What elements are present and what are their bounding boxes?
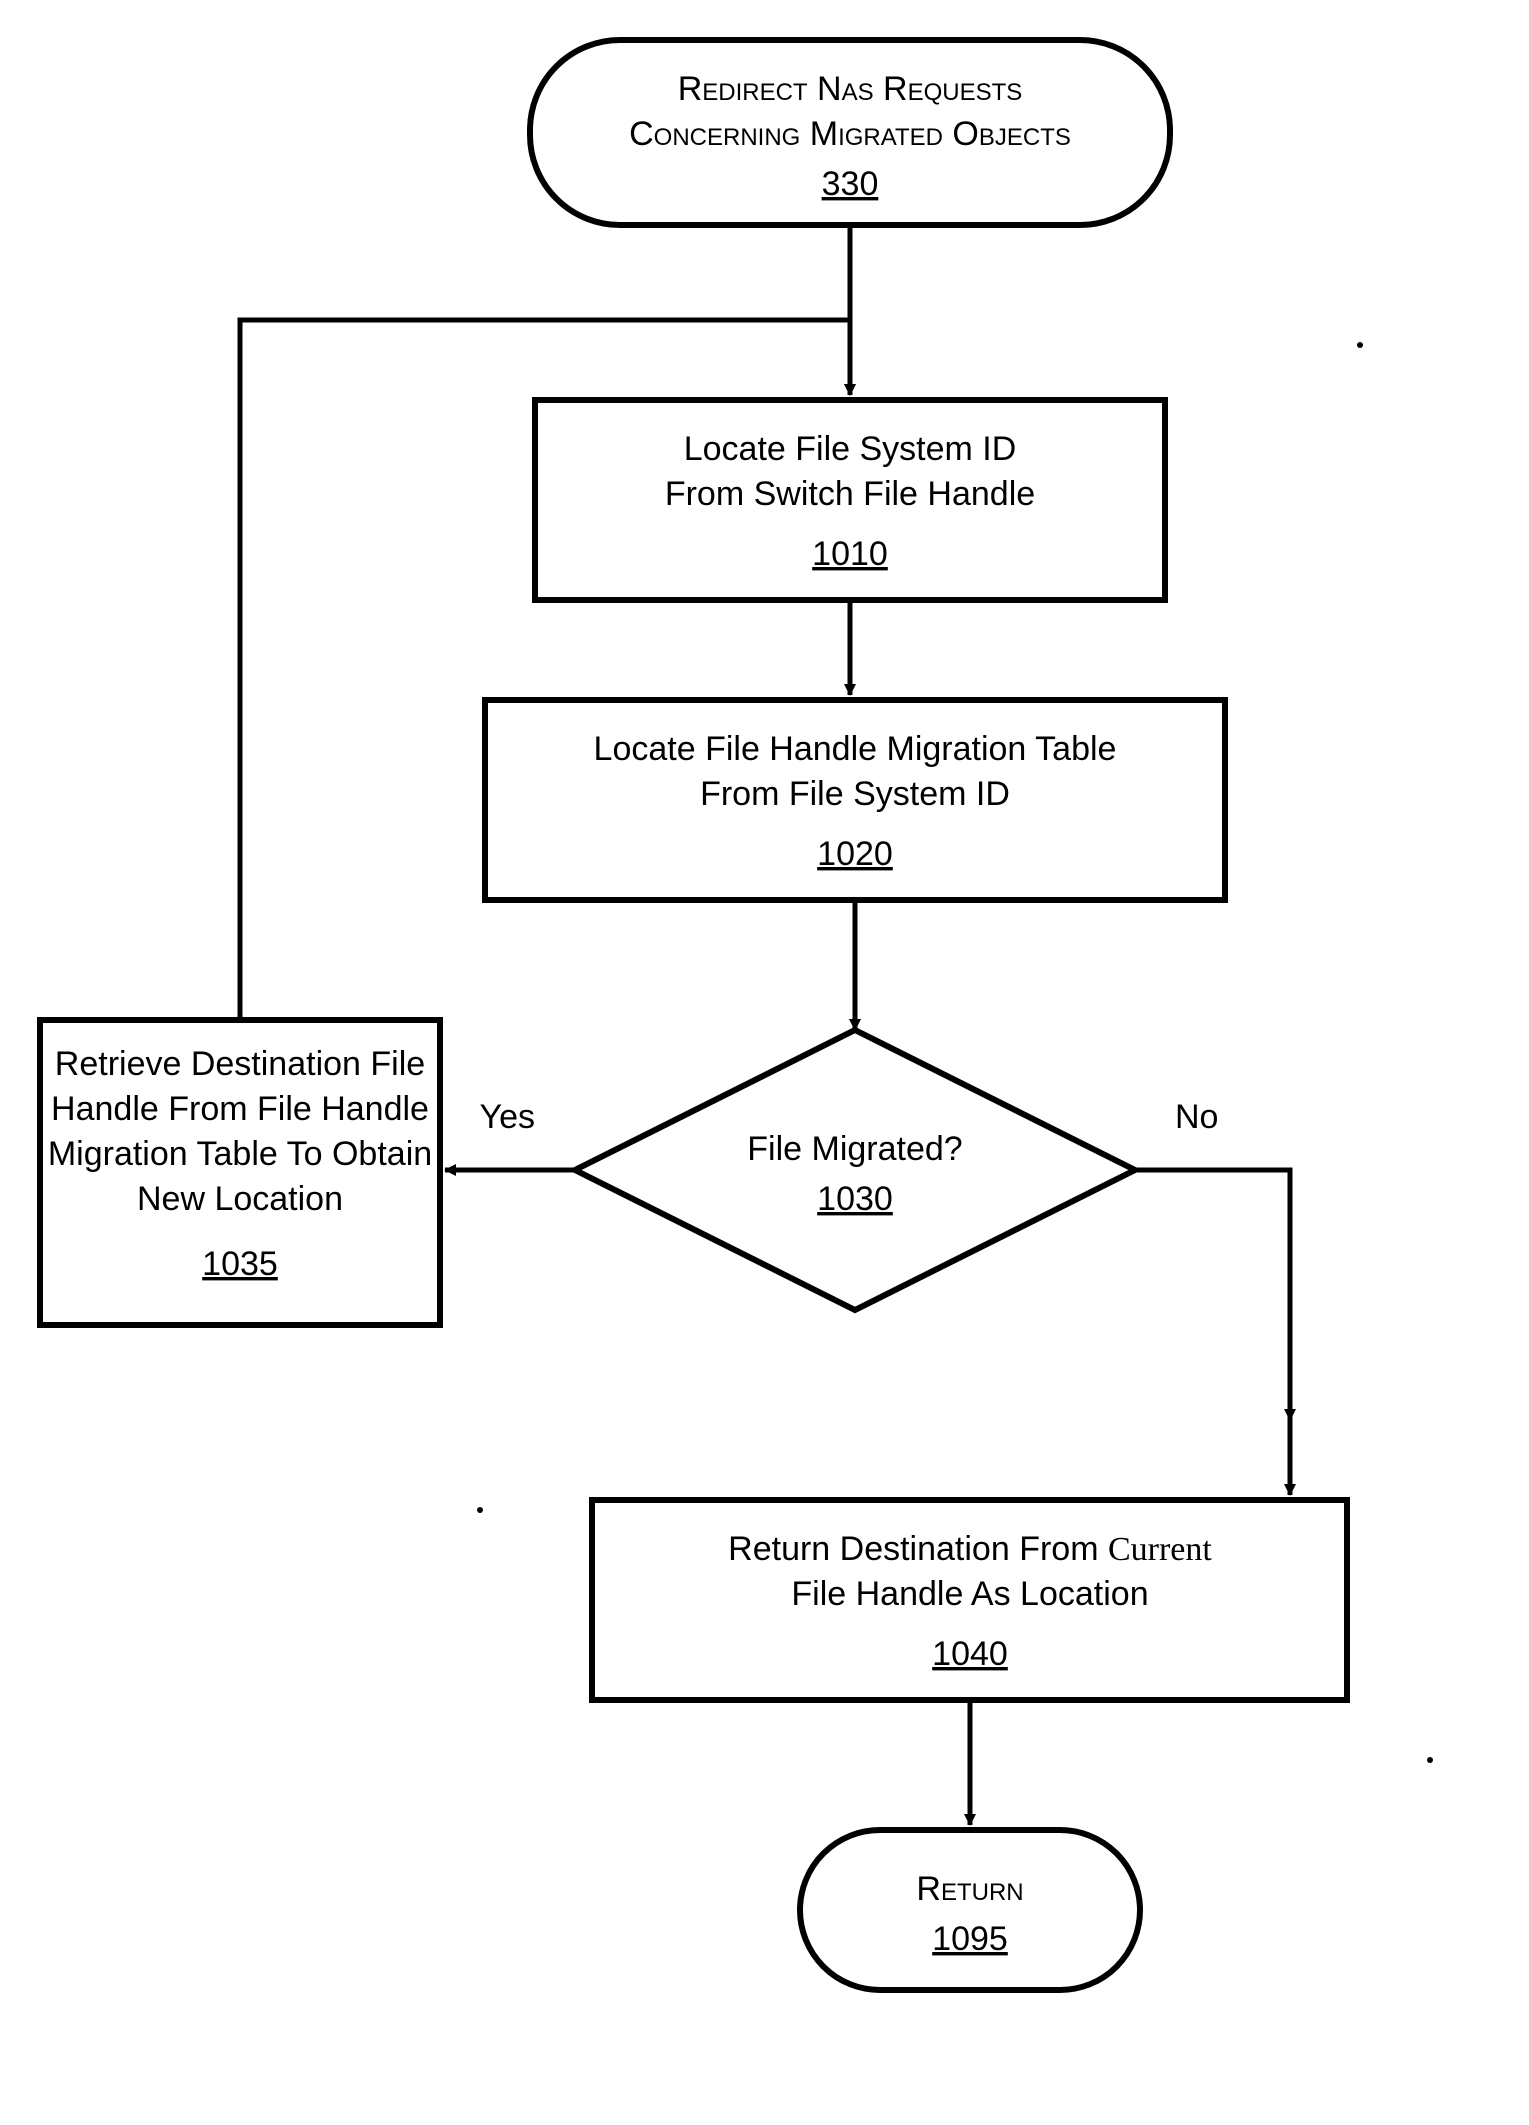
step2-ref: 1020 [817,835,893,873]
decision-ref: 1030 [817,1180,893,1218]
yes-line2: Handle From File Handle [51,1090,429,1128]
end-node: Return 1095 [800,1830,1140,1990]
no-line1a: Return Destination From [728,1530,1108,1568]
process-locate-migration-table: Locate File Handle Migration Table From … [485,700,1225,900]
no-ref: 1040 [932,1635,1008,1673]
decision-file-migrated: File Migrated? 1030 [575,1030,1135,1310]
end-line1: Return [916,1870,1023,1908]
step1-ref: 1010 [812,535,888,573]
edge-decision-no [1135,1170,1290,1420]
no-line1b: Current [1108,1531,1212,1568]
step1-line2: From Switch File Handle [665,475,1035,513]
decision-line1: File Migrated? [747,1130,962,1168]
start-line1: Redirect Nas Requests [678,70,1023,108]
label-yes: Yes [480,1098,535,1136]
yes-ref: 1035 [202,1245,278,1283]
yes-line4: New Location [137,1180,343,1218]
start-node: Redirect Nas Requests Concerning Migrate… [530,40,1170,225]
process-return-destination: Return Destination From Current File Han… [592,1500,1347,1700]
step2-line1: Locate File Handle Migration Table [594,730,1117,768]
no-line2: File Handle As Location [791,1575,1148,1613]
label-no: No [1175,1098,1218,1136]
artifact-dot [1357,342,1363,348]
start-line2: Concerning Migrated Objects [629,115,1071,153]
end-ref: 1095 [932,1920,1008,1958]
flowchart: Redirect Nas Requests Concerning Migrate… [0,0,1529,2125]
no-line1: Return Destination From Current [728,1530,1212,1568]
process-locate-fsid: Locate File System ID From Switch File H… [535,400,1165,600]
yes-line1: Retrieve Destination File [55,1045,425,1083]
step1-line1: Locate File System ID [684,430,1017,468]
start-ref: 330 [822,165,879,203]
artifact-dot [1427,1757,1433,1763]
process-retrieve-destination: Retrieve Destination File Handle From Fi… [40,1020,440,1325]
artifact-dot [477,1507,483,1513]
step2-line2: From File System ID [700,775,1010,813]
yes-line3: Migration Table To Obtain [48,1135,432,1173]
